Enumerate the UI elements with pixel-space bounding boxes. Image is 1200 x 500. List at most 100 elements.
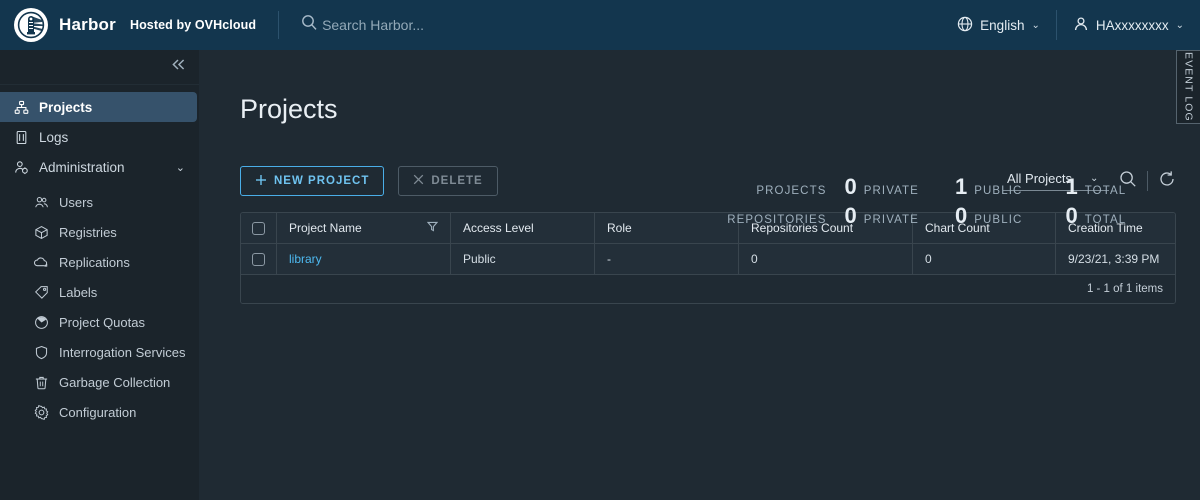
cell-access-level: Public <box>451 244 595 274</box>
language-label: English <box>980 17 1025 33</box>
stat-value: 0 <box>1065 203 1078 228</box>
hosted-by-label: Hosted by OVHcloud <box>129 18 257 32</box>
language-selector[interactable]: English ⌄ <box>941 0 1056 50</box>
registries-icon <box>33 224 49 240</box>
project-link[interactable]: library <box>289 252 322 266</box>
cell-chart-count: 0 <box>913 244 1056 274</box>
funnel-filter-icon[interactable] <box>426 221 439 235</box>
sidebar-item-registries[interactable]: Registries <box>0 217 199 247</box>
global-search[interactable] <box>301 14 573 36</box>
new-project-label: NEW PROJECT <box>274 175 370 187</box>
sidebar-item-label: Configuration <box>59 404 137 420</box>
globe-icon <box>957 16 973 35</box>
garbage-collection-icon <box>33 374 49 390</box>
header-divider <box>278 11 280 39</box>
stat-cell: 0 PRIVATE <box>845 203 956 229</box>
statistics-panel: PROJECTS 0 PRIVATE 1 PUBLIC 1 TOTAL REPO… <box>716 174 1176 232</box>
user-menu[interactable]: HAxxxxxxxx ⌄ <box>1057 0 1200 50</box>
sidebar-item-labels[interactable]: Labels <box>0 277 199 307</box>
sidebar-item-label: Garbage Collection <box>59 374 171 390</box>
sidebar-item-label: Administration <box>39 159 125 175</box>
search-input[interactable] <box>322 17 573 33</box>
stat-label: PROJECTS <box>756 185 827 197</box>
stat-cell: 0 PUBLIC <box>955 203 1066 229</box>
brand-title: Harbor <box>59 15 116 34</box>
search-icon <box>301 14 318 36</box>
row-select-cell[interactable] <box>241 244 277 274</box>
select-all-checkbox[interactable] <box>252 221 265 235</box>
row-checkbox[interactable] <box>252 252 265 266</box>
column-label: Access Level <box>463 221 534 235</box>
stat-cell: 1 TOTAL <box>1066 174 1177 200</box>
sidebar-item-label: Logs <box>39 129 69 145</box>
double-chevron-left-icon[interactable] <box>171 58 186 76</box>
cell-repositories-count: 0 <box>739 244 913 274</box>
projects-icon <box>13 99 29 115</box>
stat-unit: PUBLIC <box>974 185 1023 197</box>
top-header: Harbor Hosted by OVHcloud Search Harbor.… <box>0 0 1200 50</box>
sidebar-item-replications[interactable]: Replications <box>0 247 199 277</box>
users-icon <box>33 194 49 210</box>
interrogation-services-icon <box>33 344 49 360</box>
sidebar-item-label: Projects <box>39 99 93 115</box>
sidebar-item-label: Labels <box>59 284 98 300</box>
stat-unit: PRIVATE <box>863 214 919 226</box>
stat-value: 1 <box>1065 174 1078 199</box>
body-row: Projects Logs Administration ⌄ Users Reg… <box>0 50 1200 500</box>
chevron-down-icon[interactable]: ⌄ <box>176 161 185 174</box>
table-footer: 1 - 1 of 1 items <box>241 275 1175 303</box>
page-title: Projects <box>240 94 338 124</box>
stat-cell: 0 TOTAL <box>1066 203 1177 229</box>
stat-label: REPOSITORIES <box>727 214 827 226</box>
sidebar-item-administration[interactable]: Administration ⌄ <box>0 152 199 182</box>
delete-button[interactable]: DELETE <box>398 166 498 196</box>
sidebar-item-project-quotas[interactable]: Project Quotas <box>0 307 199 337</box>
column-label: Project Name <box>289 221 362 235</box>
select-all-cell[interactable] <box>241 213 277 243</box>
header-right: English ⌄ HAxxxxxxxx ⌄ <box>941 0 1200 50</box>
sidebar-item-users[interactable]: Users <box>0 187 199 217</box>
plus-icon <box>255 174 267 189</box>
stat-unit: TOTAL <box>1084 214 1127 226</box>
sidebar-item-label: Project Quotas <box>59 314 145 330</box>
sidebar-collapse-row[interactable] <box>0 50 199 85</box>
project-quotas-icon <box>33 314 49 330</box>
sidebar: Projects Logs Administration ⌄ Users Reg… <box>0 50 199 500</box>
table-row[interactable]: library Public - 0 0 9/23/21, 3:39 PM <box>241 244 1175 275</box>
event-log-tab[interactable]: EVENT LOG <box>1176 50 1200 124</box>
column-header-access-level[interactable]: Access Level <box>451 213 595 243</box>
brand-area[interactable]: Harbor Hosted by OVHcloud <box>0 8 256 42</box>
column-label: Role <box>607 221 632 235</box>
harbor-lighthouse-logo <box>14 8 48 42</box>
labels-icon <box>33 284 49 300</box>
pagination-summary: 1 - 1 of 1 items <box>1086 283 1163 295</box>
sidebar-item-label: Registries <box>59 224 117 240</box>
stat-row-projects: PROJECTS 0 PRIVATE 1 PUBLIC 1 TOTAL <box>716 174 1176 203</box>
stat-cell: 0 PRIVATE <box>845 174 956 200</box>
user-label: HAxxxxxxxx <box>1095 17 1169 33</box>
configuration-icon <box>33 404 49 420</box>
new-project-button[interactable]: NEW PROJECT <box>240 166 385 196</box>
sidebar-item-configuration[interactable]: Configuration <box>0 397 199 427</box>
stat-unit: PRIVATE <box>863 185 919 197</box>
sidebar-item-projects[interactable]: Projects <box>0 92 197 122</box>
sidebar-item-garbage-collection[interactable]: Garbage Collection <box>0 367 199 397</box>
sidebar-item-logs[interactable]: Logs <box>0 122 199 152</box>
main-content: Projects PROJECTS 0 PRIVATE 1 PUBLIC 1 T… <box>199 50 1200 500</box>
stat-cell: 1 PUBLIC <box>955 174 1066 200</box>
stat-unit: PUBLIC <box>974 214 1023 226</box>
chevron-down-icon: ⌄ <box>1175 19 1184 31</box>
cell-creation-time: 9/23/21, 3:39 PM <box>1068 252 1160 266</box>
sidebar-item-interrogation-services[interactable]: Interrogation Services <box>0 337 199 367</box>
stat-value: 1 <box>955 174 968 199</box>
stat-value: 0 <box>844 203 857 228</box>
cell-project-name[interactable]: library <box>277 244 451 274</box>
event-log-label: EVENT LOG <box>1182 52 1195 122</box>
replications-icon <box>33 254 49 270</box>
sidebar-item-label: Users <box>59 194 93 210</box>
chevron-down-icon: ⌄ <box>1031 19 1040 31</box>
stat-value: 0 <box>955 203 968 228</box>
sidebar-item-label: Replications <box>59 254 130 270</box>
sidebar-nav: Projects Logs Administration ⌄ Users Reg… <box>0 85 199 427</box>
column-header-project-name[interactable]: Project Name <box>277 213 451 243</box>
